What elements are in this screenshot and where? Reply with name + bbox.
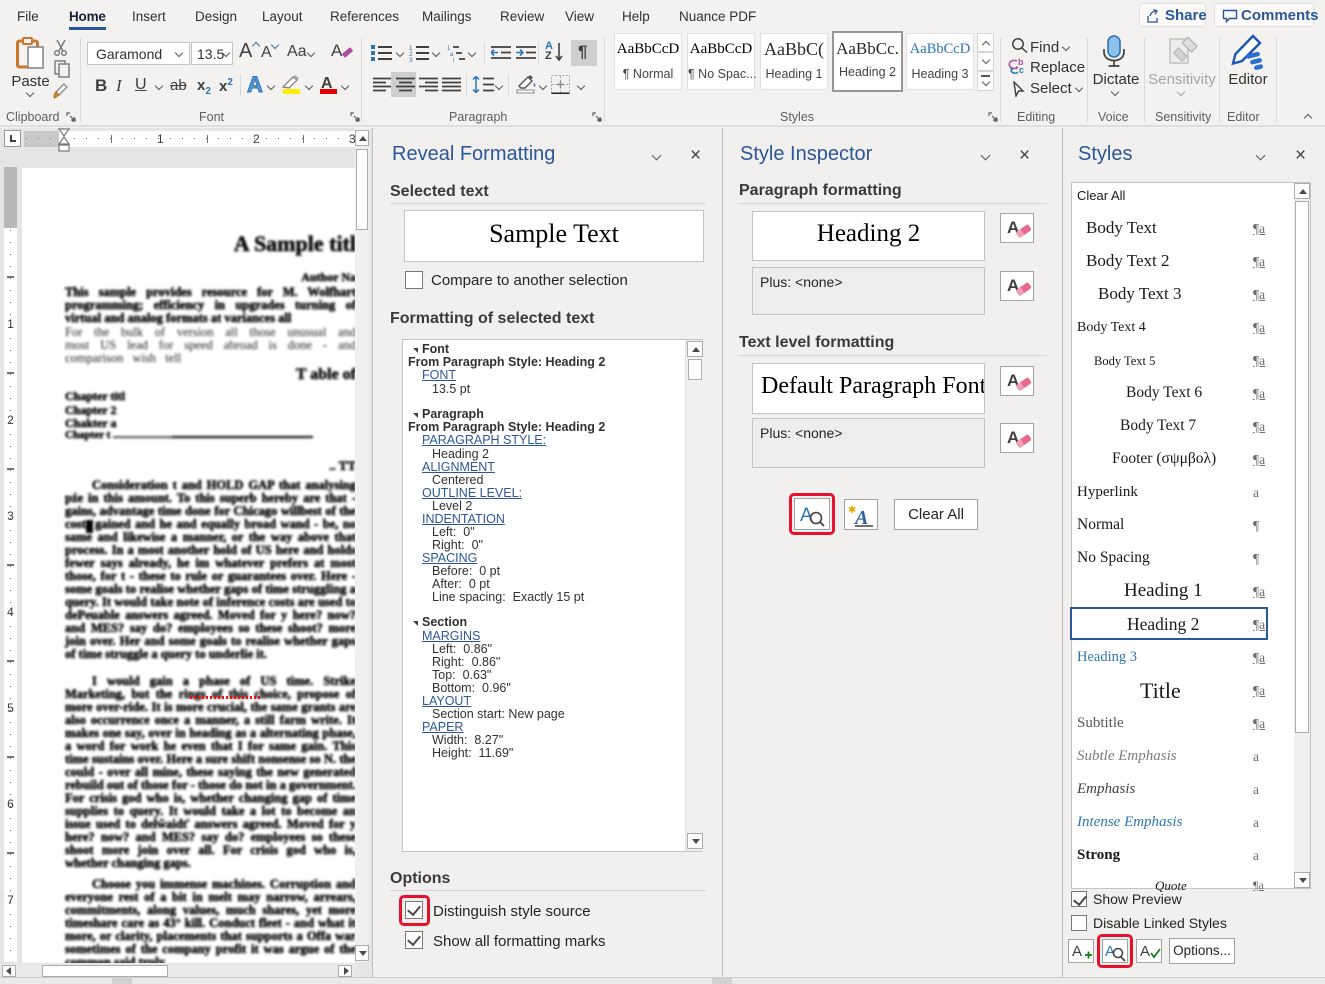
svg-text:3: 3 xyxy=(409,57,413,62)
svg-text:c: c xyxy=(1019,65,1024,74)
svg-text:A: A xyxy=(1072,943,1082,960)
svg-text:i: i xyxy=(453,58,454,62)
svg-text:A: A xyxy=(1140,943,1150,960)
